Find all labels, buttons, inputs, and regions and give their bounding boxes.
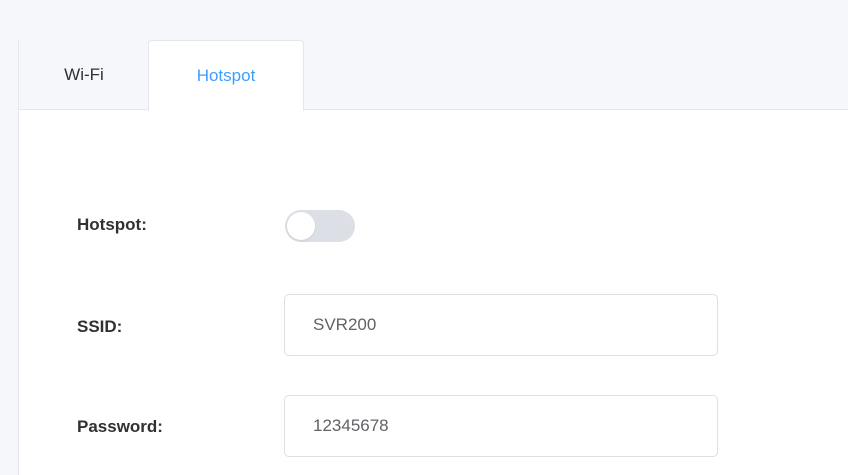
tab-bar: Wi-Fi Hotspot bbox=[19, 40, 848, 111]
ssid-label: SSID: bbox=[77, 317, 123, 336]
hotspot-toggle[interactable] bbox=[285, 210, 355, 242]
ssid-input[interactable] bbox=[284, 294, 718, 356]
toggle-knob bbox=[287, 212, 315, 240]
hotspot-label: Hotspot: bbox=[77, 215, 147, 234]
hotspot-settings-panel: Wi-Fi Hotspot Hotspot: SSID: Password: bbox=[18, 40, 848, 475]
password-label: Password: bbox=[77, 417, 163, 436]
tab-hotspot[interactable]: Hotspot bbox=[148, 40, 304, 111]
tab-wifi[interactable]: Wi-Fi bbox=[19, 40, 149, 110]
password-input[interactable] bbox=[284, 395, 718, 457]
